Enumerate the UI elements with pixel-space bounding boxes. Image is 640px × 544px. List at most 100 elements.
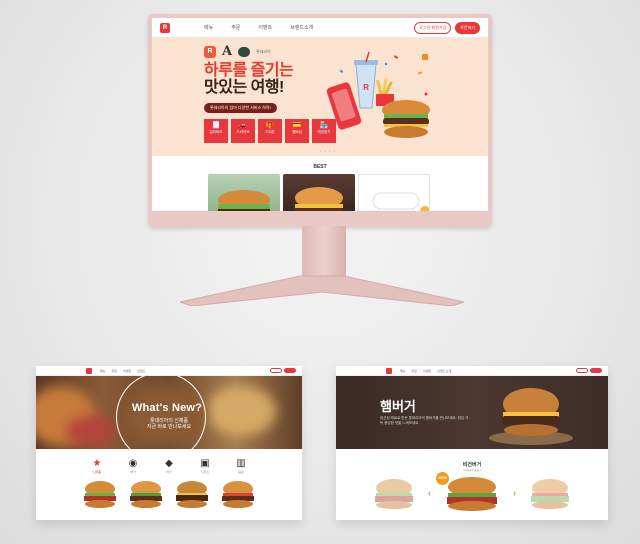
burger-icon (382, 100, 430, 138)
hamburger-title: 햄버거 (380, 399, 416, 414)
monitor-frame: R 메뉴 주문 이벤트 브랜드소개 로그인/회원가입 주문하기 R A 롯데리아… (148, 14, 492, 227)
car-icon: 🚗 (238, 122, 248, 129)
brand-badge: R (204, 45, 216, 58)
burger-image (295, 187, 343, 211)
nav-link-menu[interactable]: 메뉴 (204, 24, 213, 31)
mini-nav: 메뉴 주문 이벤트 브랜드 (36, 366, 302, 376)
service-label: 멤버십 (292, 130, 302, 134)
burger-product-row (36, 474, 302, 509)
burger-product-image[interactable] (82, 479, 118, 509)
best-section-title: BEST (313, 164, 327, 170)
receipt-icon: 🧾 (211, 122, 221, 129)
dessert-icon: ▣ (200, 457, 210, 469)
category-label: 치킨 (166, 470, 172, 474)
order-button[interactable] (284, 368, 296, 373)
whats-new-preview-card: 메뉴 주문 이벤트 브랜드 What's New? 롯데리아의 신제품 지금 바… (36, 366, 302, 520)
burger-product-image[interactable] (220, 479, 256, 509)
category-dessert[interactable]: ▣ 디저트 (198, 457, 212, 475)
phone-icon (326, 82, 362, 130)
burger-product-image[interactable] (372, 476, 416, 510)
chicken-icon: ◆ (165, 457, 173, 469)
hero-pagination[interactable]: • • • • (320, 148, 336, 153)
brand-logo[interactable] (86, 367, 92, 374)
monitor-screen: R 메뉴 주문 이벤트 브랜드소개 로그인/회원가입 주문하기 R A 롯데리아… (152, 18, 488, 211)
category-burger[interactable]: ◉ 버거 (126, 457, 140, 475)
best-row (152, 174, 488, 211)
nav-link-brand[interactable]: 브랜드소개 (290, 24, 313, 31)
carousel-prev-icon[interactable]: ‹ (428, 488, 431, 498)
hamburger-description: 엄선된 재료로 만든 롯데리아의 햄버거를 만나보세요. 한입 가득 풍성한 맛… (380, 416, 469, 425)
fries-icon (375, 77, 394, 106)
nav-link-event[interactable]: 이벤트 (123, 369, 131, 373)
best-card[interactable] (208, 174, 280, 211)
nav-link-menu[interactable]: 메뉴 (100, 369, 106, 373)
nav-link-event[interactable]: 이벤트 (258, 24, 272, 31)
category-row: ★ 신제품 ◉ 버거 ◆ 치킨 ▣ 디저트 ▥ 음료 (36, 449, 302, 475)
burger-image (218, 190, 270, 211)
login-button[interactable] (576, 368, 588, 373)
drink-icon: ▥ (236, 457, 246, 469)
burger-product-image[interactable] (174, 479, 210, 509)
hero-food-illustration: R (326, 51, 430, 138)
best-card[interactable] (283, 174, 355, 211)
service-item-delivery[interactable]: 🧾 딜리버리 (204, 119, 228, 143)
nav-link-menu[interactable]: 메뉴 (400, 369, 406, 373)
burger-product-image[interactable] (443, 475, 501, 511)
category-new[interactable]: ★ 신제품 (90, 457, 104, 475)
subtitle-line: 지금 바로 만나보세요 (146, 424, 192, 430)
brand-logo[interactable]: R (160, 22, 170, 33)
nav-link-brand[interactable]: 브랜드소개 (437, 369, 451, 373)
svg-text:R: R (363, 83, 369, 92)
service-label: 드라이브 (236, 130, 250, 134)
hero-banner: R A 롯데리아 하루를 즐기는 맛있는 여행! 롯데리아의 엄마 다양한 서비… (152, 38, 488, 156)
hero-subtitle[interactable]: 롯데리아의 엄마 다양한 서비스 하략! (204, 103, 277, 113)
category-label: 디저트 (200, 470, 210, 474)
burger-icon: ◉ (128, 457, 138, 469)
hamburger-hero: 햄버거 엄선된 재료로 만든 롯데리아의 햄버거를 만나보세요. 한입 가득 풍… (336, 376, 608, 449)
order-button[interactable] (590, 368, 602, 373)
login-button[interactable] (270, 368, 282, 373)
brand-emblem (238, 46, 251, 57)
nav-link-event[interactable]: 이벤트 (423, 369, 431, 373)
whats-new-subtitle: 롯데리아의 신제품 지금 바로 만나보세요 (36, 418, 302, 430)
mini-nav: 메뉴 주문 이벤트 브랜드소개 (336, 366, 608, 376)
service-label: E쿠폰 (265, 130, 275, 134)
whats-new-title: What's New? (131, 402, 203, 414)
new-badge: NEW (436, 472, 449, 485)
service-label: 딜리버리 (209, 130, 223, 134)
gift-icon: 🎁 (265, 122, 275, 129)
nav-link-order[interactable]: 주문 (112, 369, 118, 373)
drink-cup-icon: R (354, 51, 378, 109)
new-badge-icon: ★ (92, 457, 102, 469)
brand-letter: A (222, 44, 233, 59)
category-chicken[interactable]: ◆ 치킨 (162, 457, 176, 475)
whats-new-hero: What's New? 롯데리아의 신제품 지금 바로 만나보세요 (36, 376, 302, 449)
vegan-burger-carousel: ‹ › NEW (336, 472, 608, 511)
placeholder-image (372, 192, 429, 211)
carousel-next-icon[interactable]: › (513, 488, 516, 498)
category-label: 음료 (238, 470, 244, 474)
category-label: 버거 (130, 470, 136, 474)
service-item-membership[interactable]: 💳 멤버십 (285, 119, 309, 143)
nav-links: 메뉴 주문 이벤트 브랜드소개 (204, 24, 313, 31)
best-card[interactable] (358, 174, 430, 211)
burger-product-image[interactable] (528, 476, 572, 510)
vegan-burger-title: 비건버거 (462, 462, 482, 468)
login-button[interactable]: 로그인/회원가입 (414, 21, 452, 34)
nav-link-order[interactable]: 주문 (412, 369, 418, 373)
monitor-stand-base (180, 275, 464, 306)
nav-link-order[interactable]: 주문 (231, 24, 240, 31)
order-button[interactable]: 주문하기 (455, 21, 480, 34)
nav-link-brand[interactable]: 브랜드 (137, 369, 145, 373)
card-icon: 💳 (292, 122, 302, 129)
burger-product-image[interactable] (128, 479, 164, 509)
brand-text: 롯데리아 (256, 48, 271, 54)
category-label: 신제품 (92, 470, 102, 474)
service-item-coupon[interactable]: 🎁 E쿠폰 (258, 119, 282, 143)
hamburger-preview-card: 메뉴 주문 이벤트 브랜드소개 햄버거 엄선된 재료로 만든 롯데리아의 햄버거… (336, 366, 608, 520)
hero-burger-image (489, 388, 573, 445)
service-item-drive[interactable]: 🚗 드라이브 (231, 119, 255, 143)
category-drink[interactable]: ▥ 음료 (234, 457, 248, 475)
top-nav: R 메뉴 주문 이벤트 브랜드소개 로그인/회원가입 주문하기 (152, 18, 488, 38)
brand-logo[interactable] (386, 367, 392, 374)
